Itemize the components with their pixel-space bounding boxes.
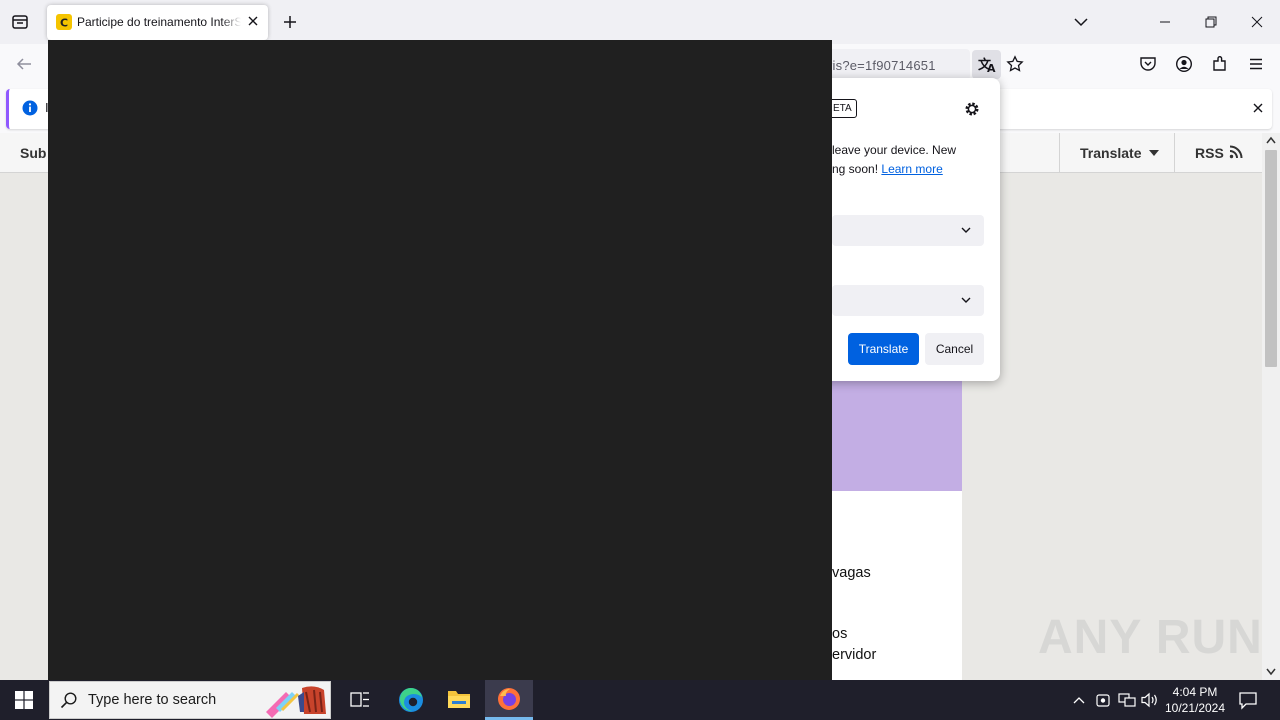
header-divider xyxy=(1174,133,1175,173)
search-placeholder: Type here to search xyxy=(88,692,217,708)
bookmark-star-icon[interactable] xyxy=(1006,55,1024,73)
file-explorer-icon[interactable] xyxy=(447,688,471,710)
url-text: ris?e=1f90714651 xyxy=(828,58,936,73)
content-text-line: vagas xyxy=(832,565,871,581)
header-divider xyxy=(1059,133,1060,173)
close-window-icon[interactable] xyxy=(1249,14,1265,30)
tab-close-icon[interactable] xyxy=(246,14,260,28)
extensions-icon[interactable] xyxy=(1211,55,1229,73)
to-language-dropdown[interactable] xyxy=(832,285,984,316)
firefox-view-icon[interactable] xyxy=(10,12,30,32)
tab-title: Participe do treinamento InterS xyxy=(77,15,241,29)
content-text-line: ervidor xyxy=(832,647,877,663)
caret-down-icon xyxy=(1149,149,1159,157)
site-rss-link[interactable]: RSS xyxy=(1195,145,1224,161)
learn-more-link[interactable]: Learn more xyxy=(881,162,942,176)
restore-icon[interactable] xyxy=(1203,14,1219,30)
chevron-down-icon xyxy=(960,225,972,235)
description-line: ng soon! xyxy=(832,162,879,176)
meet-now-icon[interactable] xyxy=(1096,692,1110,708)
translate-button[interactable]: Translate xyxy=(848,333,919,365)
network-icon[interactable] xyxy=(1118,692,1136,708)
menu-icon[interactable] xyxy=(1247,55,1265,73)
system-clock[interactable]: 4:04 PM 10/21/2024 xyxy=(1160,684,1230,716)
from-language-dropdown[interactable] xyxy=(832,215,984,246)
scroll-up-icon[interactable] xyxy=(1266,136,1276,144)
svg-text:A: A xyxy=(987,62,996,75)
tab-favicon-icon: C xyxy=(56,14,72,30)
notification-close-icon[interactable] xyxy=(1251,101,1265,115)
cancel-button[interactable]: Cancel xyxy=(925,333,984,365)
settings-gear-icon[interactable] xyxy=(962,99,982,119)
volume-icon[interactable] xyxy=(1141,692,1159,708)
task-view-icon[interactable] xyxy=(350,690,370,710)
svg-text:C: C xyxy=(60,17,68,30)
translation-description: leave your device. New ng soon! Learn mo… xyxy=(832,141,992,179)
info-icon xyxy=(22,100,38,116)
dark-overlay-window[interactable] xyxy=(48,40,832,680)
list-all-tabs-icon[interactable] xyxy=(1073,14,1089,30)
show-hidden-icons-icon[interactable] xyxy=(1072,694,1086,706)
firefox-icon[interactable] xyxy=(497,687,521,711)
search-icon xyxy=(60,691,78,709)
edge-icon[interactable] xyxy=(398,687,424,713)
clock-date: 10/21/2024 xyxy=(1164,701,1226,715)
search-highlight-image xyxy=(262,682,330,718)
browser-tab[interactable]: C Participe do treinamento InterS xyxy=(47,5,268,40)
minimize-icon[interactable] xyxy=(1157,14,1173,30)
new-tab-icon[interactable] xyxy=(282,14,298,30)
beta-badge: ETA xyxy=(828,99,857,118)
chevron-down-icon xyxy=(960,295,972,305)
translate-page-button[interactable]: 文A xyxy=(972,50,1001,79)
account-icon[interactable] xyxy=(1175,55,1193,73)
back-icon[interactable] xyxy=(15,56,33,72)
purple-banner xyxy=(832,380,962,491)
site-translate-menu[interactable]: Translate xyxy=(1080,145,1141,161)
notifications-icon[interactable] xyxy=(1238,690,1258,710)
watermark: ANY RUN xyxy=(1038,611,1263,664)
rss-icon xyxy=(1229,145,1243,159)
scroll-down-icon[interactable] xyxy=(1266,668,1276,676)
content-text-line: os xyxy=(832,626,848,642)
site-nav-item[interactable]: Sub xyxy=(20,145,46,161)
windows-start-icon[interactable] xyxy=(15,691,33,709)
clock-time: 4:04 PM xyxy=(1172,685,1218,699)
pocket-icon[interactable] xyxy=(1139,55,1157,73)
description-line: leave your device. New xyxy=(832,143,957,157)
scrollbar-thumb[interactable] xyxy=(1265,150,1277,367)
